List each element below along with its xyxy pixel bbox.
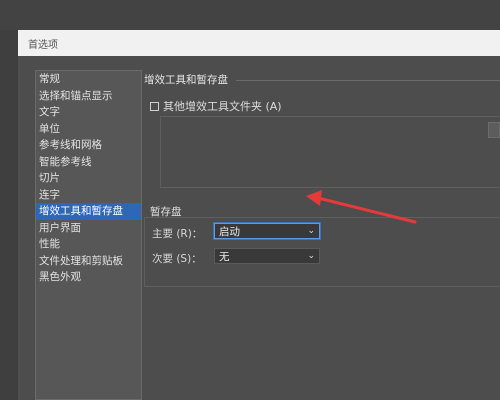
annotation-arrow-icon: [306, 190, 417, 224]
